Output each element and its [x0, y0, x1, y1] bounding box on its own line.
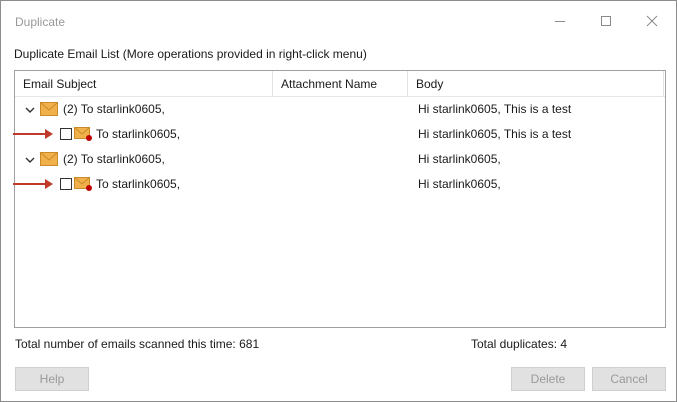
duplicate-email-grid[interactable]: Email Subject Attachment Name Body (2) T…	[13, 70, 666, 328]
table-row-duplicate[interactable]: To starlink0605, Hi starlink0605, This i…	[13, 122, 665, 147]
maximize-button[interactable]	[589, 7, 623, 35]
help-button[interactable]: Help	[15, 367, 89, 391]
email-body: Hi starlink0605,	[418, 177, 501, 191]
window-title: Duplicate	[15, 15, 66, 29]
minimize-button[interactable]	[543, 7, 577, 35]
email-body: Hi starlink0605,	[418, 152, 501, 166]
column-header-attachment-name[interactable]: Attachment Name	[273, 71, 407, 97]
duplicate-checkbox[interactable]	[60, 128, 72, 140]
envelope-icon	[40, 152, 58, 166]
grid-header: Email Subject Attachment Name Body	[15, 71, 665, 97]
chevron-down-icon[interactable]	[24, 104, 36, 116]
email-body: Hi starlink0605, This is a test	[418, 102, 572, 116]
duplicate-checkbox[interactable]	[60, 178, 72, 190]
column-header-body[interactable]: Body	[408, 71, 664, 97]
email-subject: (2) To starlink0605,	[63, 152, 165, 166]
close-icon	[646, 15, 658, 27]
minimize-icon	[555, 21, 565, 22]
close-button[interactable]	[635, 7, 669, 35]
email-subject: To starlink0605,	[96, 177, 181, 191]
envelope-flag-icon	[74, 177, 92, 191]
delete-button[interactable]: Delete	[511, 367, 585, 391]
column-header-email-subject[interactable]: Email Subject	[15, 71, 273, 97]
duplicate-dialog: Duplicate Duplicate Email List (More ope…	[0, 0, 677, 402]
red-arrow-icon	[13, 179, 53, 189]
duplicates-count-text: Total duplicates: 4	[471, 337, 568, 351]
table-row-group[interactable]: (2) To starlink0605, Hi starlink0605, Th…	[15, 97, 665, 122]
maximize-icon	[601, 16, 611, 26]
scanned-count-text: Total number of emails scanned this time…	[15, 337, 260, 351]
envelope-icon	[40, 102, 58, 116]
table-row-duplicate[interactable]: To starlink0605, Hi starlink0605,	[13, 172, 665, 197]
duplicate-list-label: Duplicate Email List (More operations pr…	[14, 47, 367, 61]
column-separator	[663, 71, 664, 97]
email-body: Hi starlink0605, This is a test	[418, 127, 572, 141]
title-bar: Duplicate	[1, 1, 676, 41]
chevron-down-icon[interactable]	[24, 154, 36, 166]
table-row-group[interactable]: (2) To starlink0605, Hi starlink0605,	[15, 147, 665, 172]
red-arrow-icon	[13, 129, 53, 139]
cancel-button[interactable]: Cancel	[592, 367, 666, 391]
email-subject: To starlink0605,	[96, 127, 181, 141]
envelope-flag-icon	[74, 127, 92, 141]
email-subject: (2) To starlink0605,	[63, 102, 165, 116]
